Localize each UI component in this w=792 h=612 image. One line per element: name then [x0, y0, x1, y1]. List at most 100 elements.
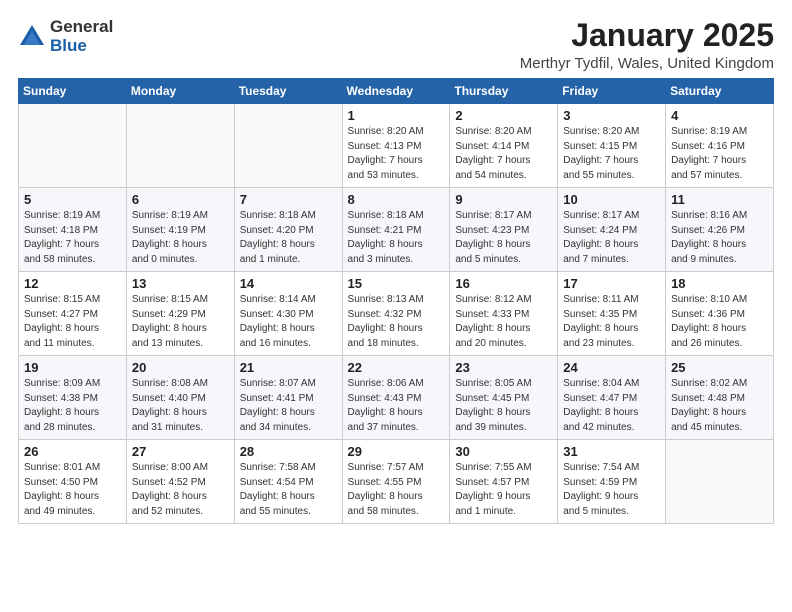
calendar-day-18: 18 Sunrise: 8:10 AM Sunset: 4:36 PM Dayli… — [666, 272, 774, 356]
day-number: 5 — [24, 192, 121, 207]
day-number: 7 — [240, 192, 337, 207]
day-info: Sunrise: 8:19 AM Sunset: 4:16 PM Dayligh… — [671, 125, 768, 183]
day-info: Sunrise: 8:15 AM Sunset: 4:27 PM Dayligh… — [24, 293, 121, 351]
calendar-week-row: 26Sunrise: 8:01 AM Sunset: 4:50 PM Dayli… — [19, 440, 774, 524]
day-number: 30 — [455, 444, 552, 459]
day-number: 24 — [563, 360, 660, 375]
calendar-day-28: 28 Sunrise: 7:58 AM Sunset: 4:54 PM Dayli… — [234, 440, 342, 524]
day-number: 29 — [348, 444, 445, 459]
page: General Blue January 2025 Merthyr Tydfil… — [0, 0, 792, 612]
calendar-day-29: 29Sunrise: 7:57 AM Sunset: 4:55 PM Dayli… — [342, 440, 450, 524]
calendar-day-10: 10Sunrise: 8:17 AM Sunset: 4:24 PM Dayli… — [558, 188, 666, 272]
day-number: 6 — [132, 192, 229, 207]
day-info: Sunrise: 8:02 AM Sunset: 4:48 PM Dayligh… — [671, 377, 768, 435]
calendar-day-8: 8 Sunrise: 8:18 AM Sunset: 4:21 PM Daylig… — [342, 188, 450, 272]
calendar-day-22: 22Sunrise: 8:06 AM Sunset: 4:43 PM Dayli… — [342, 356, 450, 440]
col-header-monday: Monday — [126, 79, 234, 104]
calendar-day-20: 20 Sunrise: 8:08 AM Sunset: 4:40 PM Dayli… — [126, 356, 234, 440]
day-number: 25 — [671, 360, 768, 375]
calendar-day-24: 24 Sunrise: 8:04 AM Sunset: 4:47 PM Dayli… — [558, 356, 666, 440]
day-info: Sunrise: 8:04 AM Sunset: 4:47 PM Dayligh… — [563, 377, 660, 435]
day-info: Sunrise: 8:11 AM Sunset: 4:35 PM Dayligh… — [563, 293, 660, 351]
day-info: Sunrise: 8:05 AM Sunset: 4:45 PM Dayligh… — [455, 377, 552, 435]
col-header-sunday: Sunday — [19, 79, 127, 104]
calendar-empty-cell — [666, 440, 774, 524]
day-number: 2 — [455, 108, 552, 123]
day-number: 8 — [348, 192, 445, 207]
calendar-empty-cell — [19, 104, 127, 188]
title-block: January 2025 Merthyr Tydfil, Wales, Unit… — [520, 18, 774, 72]
day-info: Sunrise: 8:08 AM Sunset: 4:40 PM Dayligh… — [132, 377, 229, 435]
day-number: 28 — [240, 444, 337, 459]
day-number: 11 — [671, 192, 768, 207]
calendar-day-7: 7 Sunrise: 8:18 AM Sunset: 4:20 PM Daylig… — [234, 188, 342, 272]
day-info: Sunrise: 8:18 AM Sunset: 4:20 PM Dayligh… — [240, 209, 337, 267]
calendar-week-row: 12Sunrise: 8:15 AM Sunset: 4:27 PM Dayli… — [19, 272, 774, 356]
day-info: Sunrise: 8:13 AM Sunset: 4:32 PM Dayligh… — [348, 293, 445, 351]
calendar-day-16: 16Sunrise: 8:12 AM Sunset: 4:33 PM Dayli… — [450, 272, 558, 356]
day-info: Sunrise: 8:20 AM Sunset: 4:13 PM Dayligh… — [348, 125, 445, 183]
day-number: 16 — [455, 276, 552, 291]
day-info: Sunrise: 8:10 AM Sunset: 4:36 PM Dayligh… — [671, 293, 768, 351]
day-number: 18 — [671, 276, 768, 291]
calendar-day-9: 9 Sunrise: 8:17 AM Sunset: 4:23 PM Daylig… — [450, 188, 558, 272]
calendar-day-4: 4 Sunrise: 8:19 AM Sunset: 4:16 PM Daylig… — [666, 104, 774, 188]
location: Merthyr Tydfil, Wales, United Kingdom — [520, 55, 774, 72]
calendar-day-6: 6 Sunrise: 8:19 AM Sunset: 4:19 PM Daylig… — [126, 188, 234, 272]
col-header-saturday: Saturday — [666, 79, 774, 104]
day-info: Sunrise: 8:19 AM Sunset: 4:18 PM Dayligh… — [24, 209, 121, 267]
day-number: 26 — [24, 444, 121, 459]
calendar-day-2: 2 Sunrise: 8:20 AM Sunset: 4:14 PM Daylig… — [450, 104, 558, 188]
day-info: Sunrise: 7:58 AM Sunset: 4:54 PM Dayligh… — [240, 461, 337, 519]
col-header-tuesday: Tuesday — [234, 79, 342, 104]
day-info: Sunrise: 8:20 AM Sunset: 4:14 PM Dayligh… — [455, 125, 552, 183]
day-number: 15 — [348, 276, 445, 291]
calendar-day-14: 14Sunrise: 8:14 AM Sunset: 4:30 PM Dayli… — [234, 272, 342, 356]
day-info: Sunrise: 8:09 AM Sunset: 4:38 PM Dayligh… — [24, 377, 121, 435]
day-info: Sunrise: 8:20 AM Sunset: 4:15 PM Dayligh… — [563, 125, 660, 183]
calendar-empty-cell — [126, 104, 234, 188]
calendar-day-21: 21 Sunrise: 8:07 AM Sunset: 4:41 PM Dayli… — [234, 356, 342, 440]
day-info: Sunrise: 8:07 AM Sunset: 4:41 PM Dayligh… — [240, 377, 337, 435]
day-info: Sunrise: 8:19 AM Sunset: 4:19 PM Dayligh… — [132, 209, 229, 267]
calendar-day-30: 30 Sunrise: 7:55 AM Sunset: 4:57 PM Dayli… — [450, 440, 558, 524]
calendar-table: SundayMondayTuesdayWednesdayThursdayFrid… — [18, 78, 774, 524]
calendar-header-row: SundayMondayTuesdayWednesdayThursdayFrid… — [19, 79, 774, 104]
day-number: 10 — [563, 192, 660, 207]
calendar-day-27: 27Sunrise: 8:00 AM Sunset: 4:52 PM Dayli… — [126, 440, 234, 524]
logo-text: General Blue — [50, 18, 113, 55]
day-number: 9 — [455, 192, 552, 207]
calendar-day-11: 11 Sunrise: 8:16 AM Sunset: 4:26 PM Dayli… — [666, 188, 774, 272]
day-info: Sunrise: 8:17 AM Sunset: 4:23 PM Dayligh… — [455, 209, 552, 267]
calendar-day-19: 19 Sunrise: 8:09 AM Sunset: 4:38 PM Dayli… — [19, 356, 127, 440]
calendar-day-5: 5 Sunrise: 8:19 AM Sunset: 4:18 PM Daylig… — [19, 188, 127, 272]
calendar-day-13: 13 Sunrise: 8:15 AM Sunset: 4:29 PM Dayli… — [126, 272, 234, 356]
day-number: 14 — [240, 276, 337, 291]
day-number: 13 — [132, 276, 229, 291]
calendar-day-23: 23Sunrise: 8:05 AM Sunset: 4:45 PM Dayli… — [450, 356, 558, 440]
logo-icon — [18, 23, 46, 51]
day-number: 20 — [132, 360, 229, 375]
col-header-thursday: Thursday — [450, 79, 558, 104]
col-header-friday: Friday — [558, 79, 666, 104]
day-number: 19 — [24, 360, 121, 375]
day-info: Sunrise: 8:00 AM Sunset: 4:52 PM Dayligh… — [132, 461, 229, 519]
day-number: 4 — [671, 108, 768, 123]
calendar-week-row: 1Sunrise: 8:20 AM Sunset: 4:13 PM Daylig… — [19, 104, 774, 188]
logo-general: General — [50, 18, 113, 37]
calendar-week-row: 5 Sunrise: 8:19 AM Sunset: 4:18 PM Daylig… — [19, 188, 774, 272]
calendar-day-3: 3 Sunrise: 8:20 AM Sunset: 4:15 PM Daylig… — [558, 104, 666, 188]
day-info: Sunrise: 8:18 AM Sunset: 4:21 PM Dayligh… — [348, 209, 445, 267]
day-number: 17 — [563, 276, 660, 291]
day-info: Sunrise: 7:54 AM Sunset: 4:59 PM Dayligh… — [563, 461, 660, 519]
header: General Blue January 2025 Merthyr Tydfil… — [18, 18, 774, 72]
calendar-day-15: 15 Sunrise: 8:13 AM Sunset: 4:32 PM Dayli… — [342, 272, 450, 356]
calendar-day-17: 17 Sunrise: 8:11 AM Sunset: 4:35 PM Dayli… — [558, 272, 666, 356]
day-number: 22 — [348, 360, 445, 375]
day-number: 21 — [240, 360, 337, 375]
day-number: 3 — [563, 108, 660, 123]
day-info: Sunrise: 7:55 AM Sunset: 4:57 PM Dayligh… — [455, 461, 552, 519]
day-info: Sunrise: 8:15 AM Sunset: 4:29 PM Dayligh… — [132, 293, 229, 351]
day-info: Sunrise: 8:16 AM Sunset: 4:26 PM Dayligh… — [671, 209, 768, 267]
calendar-day-25: 25 Sunrise: 8:02 AM Sunset: 4:48 PM Dayli… — [666, 356, 774, 440]
